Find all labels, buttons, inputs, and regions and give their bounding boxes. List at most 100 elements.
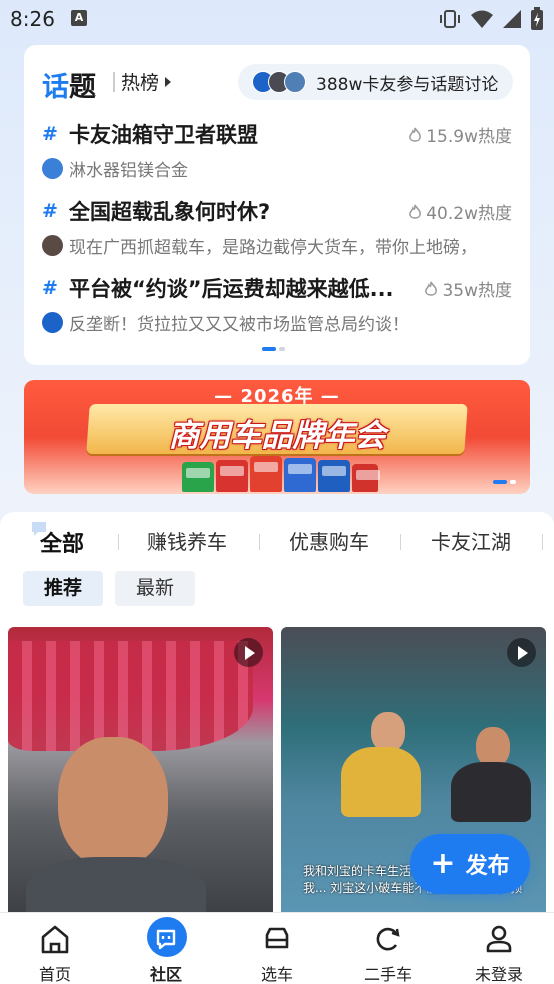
topic-heat: 15.9w热度 [408, 122, 512, 147]
play-icon [234, 638, 263, 667]
publish-button-label: 发布 [465, 854, 510, 879]
truck-illustration [284, 458, 316, 492]
plus-icon: + [430, 846, 456, 881]
avatar [42, 312, 63, 333]
topic-item[interactable]: # 全国超载乱象何时休? 40.2w热度 现在广西抓超载车，是路边截停大货车，带… [42, 196, 512, 266]
home-icon [41, 925, 69, 954]
subtab-recommended[interactable]: 推荐 [23, 571, 104, 606]
video-card[interactable] [8, 627, 273, 912]
topic-page-indicator [262, 347, 285, 351]
avatar [284, 71, 306, 93]
status-icons [438, 7, 544, 31]
topic-name: 全国超载乱象何时休? [69, 200, 271, 224]
video-thumbnail-curtain [8, 641, 253, 751]
topic-heat-value: 40.2w热度 [426, 204, 512, 224]
topic-title-suffix: 题 [69, 72, 96, 103]
banner-trucks-illustration [182, 456, 380, 492]
bottom-nav: 首页 社区 选车 二手车 未登录 [0, 912, 554, 984]
tab-all[interactable]: 全部 [40, 526, 84, 558]
avatar [42, 235, 63, 256]
topic-latest-post-text: 反垄断！货拉拉又又又被市场监管总局约谈！ [69, 315, 409, 335]
hashtag-icon: # [42, 200, 58, 222]
nav-community[interactable]: 社区 [111, 913, 221, 984]
topic-latest-post: 现在广西抓超载车，是路边截停大货车，带你上地磅， [42, 233, 477, 258]
tab-divider [400, 534, 401, 550]
tab-divider [118, 534, 119, 550]
vibrate-icon [440, 10, 460, 28]
truck-illustration [250, 456, 282, 492]
topic-card: 话题 热榜 388w卡友参与话题讨论 # 卡友油箱守卫者联盟 15.9w热度 淋… [24, 45, 530, 365]
topic-latest-post: 淋水器铝镁合金 [42, 156, 188, 181]
tab-trucker-world[interactable]: 卡友江湖 [431, 526, 511, 555]
topic-heat-value: 35w热度 [442, 281, 512, 301]
user-icon [486, 925, 512, 953]
publish-button[interactable]: + 发布 [410, 834, 530, 894]
truck-illustration [182, 462, 214, 492]
video-thumbnail-person-body [341, 747, 421, 817]
topic-heat: 35w热度 [424, 276, 512, 301]
participants-pill[interactable]: 388w卡友参与话题讨论 [238, 64, 513, 100]
topic-heat-value: 15.9w热度 [426, 127, 512, 147]
video-thumbnail-jacket [26, 857, 206, 912]
topic-item[interactable]: # 卡友油箱守卫者联盟 15.9w热度 淋水器铝镁合金 [42, 119, 512, 189]
notification-icon: A [71, 10, 87, 26]
topic-name: 平台被“约谈”后运费却越来越低... [69, 277, 394, 301]
tab-discount-buy[interactable]: 优惠购车 [289, 526, 369, 555]
nav-used-car-label: 二手车 [363, 965, 412, 984]
nav-used-car[interactable]: 二手车 [333, 913, 443, 984]
wifi-icon [471, 10, 493, 28]
truck-illustration [352, 464, 380, 492]
car-icon [265, 927, 289, 949]
topic-name: 卡友油箱守卫者联盟 [69, 123, 258, 147]
page-dot [279, 347, 285, 351]
participant-avatars [252, 71, 308, 93]
tab-earn-money[interactable]: 赚钱养车 [147, 526, 227, 555]
play-icon [507, 638, 536, 667]
caret-right-icon [165, 76, 172, 87]
nav-login-label: 未登录 [474, 965, 523, 984]
battery-icon [531, 7, 543, 30]
topic-section-title: 话题 [42, 65, 96, 104]
video-thumbnail-person [371, 712, 405, 752]
signal-icon [503, 10, 521, 28]
page-dot-active [262, 347, 276, 351]
flame-icon [409, 127, 422, 142]
subtab-latest[interactable]: 最新 [115, 571, 196, 606]
flame-icon [409, 204, 422, 219]
nav-home[interactable]: 首页 [0, 913, 110, 984]
tab-divider [542, 534, 543, 550]
hashtag-icon: # [42, 277, 58, 299]
truck-illustration [216, 460, 248, 492]
video-thumbnail-person [58, 737, 168, 867]
participants-text: 388w卡友参与话题讨论 [316, 74, 499, 95]
video-thumbnail-person-body [451, 762, 531, 822]
feed-subtabs: 推荐 最新 [23, 571, 196, 606]
status-bar: 8:26 A [0, 0, 554, 38]
page-dot-active [493, 480, 507, 484]
topic-heat: 40.2w热度 [408, 199, 512, 224]
hashtag-icon: # [42, 123, 58, 145]
avatar [42, 158, 63, 179]
feed-tabs: 全部 赚钱养车 优惠购车 卡友江湖 [0, 526, 554, 558]
status-time: 8:26 [10, 7, 55, 31]
promo-banner[interactable]: — 2026年 — 商用车品牌年会 [24, 380, 530, 494]
page-dot [510, 480, 516, 484]
topic-latest-post-text: 现在广西抓超载车，是路边截停大货车，带你上地磅， [69, 238, 477, 258]
banner-title: 商用车品牌年会 [168, 418, 386, 454]
nav-community-label: 社区 [149, 965, 182, 984]
banner-page-indicator [493, 480, 516, 484]
nav-select-car[interactable]: 选车 [222, 913, 332, 984]
recycle-icon [376, 927, 400, 951]
truck-illustration [318, 460, 350, 492]
topic-title-divider [113, 72, 115, 92]
topic-title-prefix: 话 [42, 72, 69, 103]
flame-icon [425, 281, 438, 296]
hot-rank-link[interactable]: 热榜 [121, 68, 172, 95]
topic-item[interactable]: # 平台被“约谈”后运费却越来越低... 35w热度 反垄断！货拉拉又又又被市场… [42, 273, 512, 343]
nav-login[interactable]: 未登录 [444, 913, 554, 984]
nav-home-label: 首页 [38, 965, 71, 984]
topic-latest-post: 反垄断！货拉拉又又又被市场监管总局约谈！ [42, 310, 409, 335]
topic-latest-post-text: 淋水器铝镁合金 [69, 161, 188, 181]
tab-divider [259, 534, 260, 550]
nav-select-car-label: 选车 [260, 965, 293, 984]
